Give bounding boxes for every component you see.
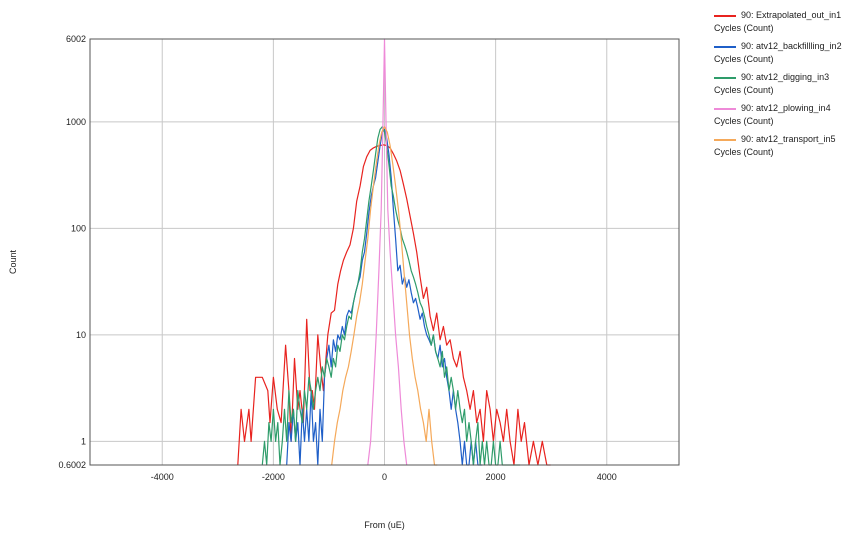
x-tick-label: -4000 xyxy=(151,472,174,482)
x-tick-label: -2000 xyxy=(262,472,285,482)
legend-entry[interactable]: 90: atv12_transport_in5 Cycles (Count) xyxy=(712,134,862,165)
legend-swatch xyxy=(714,77,736,79)
y-tick-label: 1000 xyxy=(66,117,86,127)
legend-series-unit: Cycles (Count) xyxy=(714,116,774,126)
y-tick-label: 1 xyxy=(81,436,86,446)
series-lines xyxy=(237,38,551,466)
legend-series-name: 90: Extrapolated_out_in1 xyxy=(741,10,842,20)
legend-entry[interactable]: 90: Extrapolated_out_in1 Cycles (Count) xyxy=(712,10,862,41)
y-tick-label: 100 xyxy=(71,223,86,233)
x-tick-label: 2000 xyxy=(486,472,506,482)
legend-swatch xyxy=(714,108,736,110)
legend-entry[interactable]: 90: atv12_plowing_in4 Cycles (Count) xyxy=(712,103,862,134)
legend: 90: Extrapolated_out_in1 Cycles (Count) … xyxy=(712,10,862,165)
legend-series-name: 90: atv12_transport_in5 xyxy=(741,134,836,144)
legend-swatch xyxy=(714,15,736,17)
x-axis-title: From (uE) xyxy=(364,520,405,530)
y-tick-label: 6002 xyxy=(66,34,86,44)
legend-series-unit: Cycles (Count) xyxy=(714,54,774,64)
y-tick-label: 10 xyxy=(76,330,86,340)
legend-series-name: 90: atv12_plowing_in4 xyxy=(741,103,831,113)
legend-series-unit: Cycles (Count) xyxy=(714,23,774,33)
legend-series-unit: Cycles (Count) xyxy=(714,85,774,95)
legend-entry[interactable]: 90: atv12_digging_in3 Cycles (Count) xyxy=(712,72,862,103)
grid xyxy=(90,39,679,465)
x-tick-label: 4000 xyxy=(597,472,617,482)
y-tick-label: 0.6002 xyxy=(58,460,86,470)
tick-labels: -4000 -2000 0 2000 4000 0.6002 1 10 100 1000 6002 xyxy=(58,34,616,482)
legend-series-unit: Cycles (Count) xyxy=(714,147,774,157)
x-tick-label: 0 xyxy=(382,472,387,482)
legend-swatch xyxy=(714,46,736,48)
series-line xyxy=(367,38,408,466)
legend-entry[interactable]: 90: atv12_backfillling_in2 Cycles (Count… xyxy=(712,41,862,72)
legend-series-name: 90: atv12_digging_in3 xyxy=(741,72,830,82)
legend-swatch xyxy=(714,139,736,141)
y-axis-title: Count xyxy=(8,250,18,275)
legend-series-name: 90: atv12_backfillling_in2 xyxy=(741,41,842,51)
